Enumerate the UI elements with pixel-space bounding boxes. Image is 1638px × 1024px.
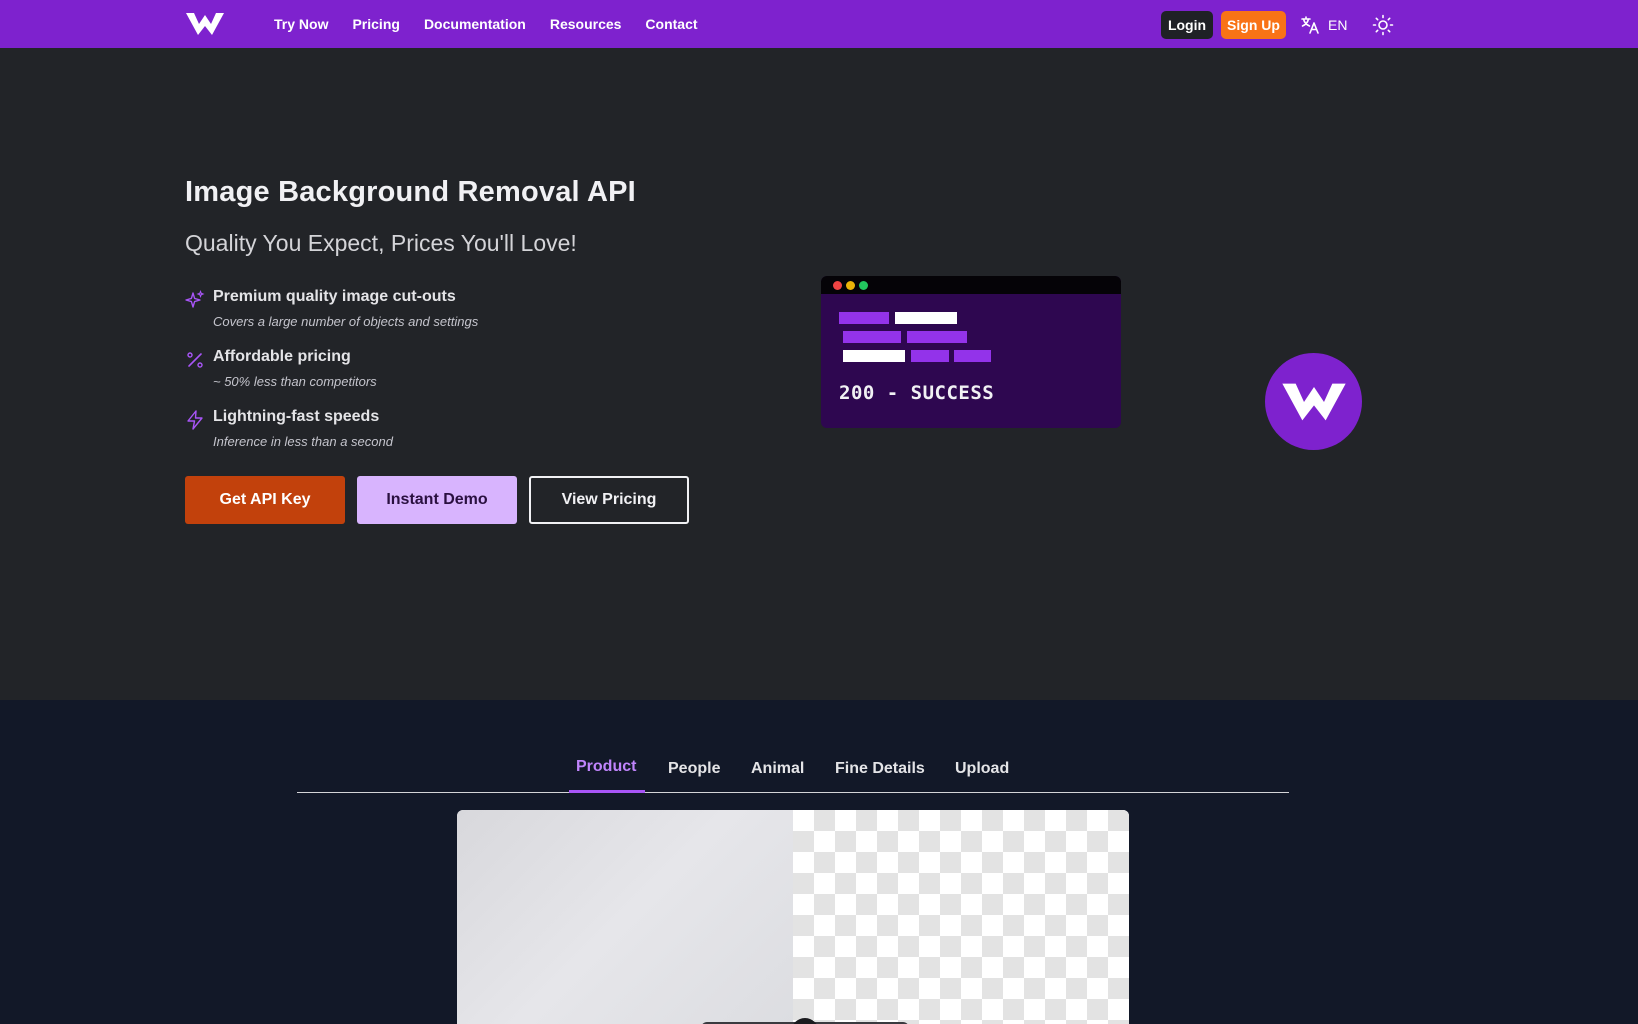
- hero-section: Image Background Removal API Quality You…: [0, 48, 1638, 700]
- before-after-comparison[interactable]: [457, 810, 1129, 1024]
- get-api-key-button[interactable]: Get API Key: [185, 476, 345, 524]
- original-image: [457, 810, 793, 1024]
- nav-link-resources[interactable]: Resources: [550, 16, 622, 32]
- feature-description: ~ 50% less than competitors: [213, 374, 377, 389]
- nav-link-pricing[interactable]: Pricing: [352, 16, 399, 32]
- tab-people[interactable]: People: [668, 760, 720, 778]
- page-title: Image Background Removal API: [185, 176, 636, 208]
- code-block: [907, 331, 967, 343]
- sparkle-icon: [185, 290, 205, 308]
- maximize-dot-icon: [859, 280, 868, 290]
- signup-button[interactable]: Sign Up: [1221, 11, 1286, 39]
- logo-icon: [1281, 383, 1346, 420]
- hero-subtitle: Quality You Expect, Prices You'll Love!: [185, 230, 577, 256]
- active-tab-indicator: [569, 790, 645, 793]
- view-pricing-button[interactable]: View Pricing: [529, 476, 689, 524]
- logo-icon[interactable]: [184, 12, 226, 36]
- code-block: [895, 312, 957, 324]
- code-block: [843, 350, 905, 362]
- tab-animal[interactable]: Animal: [751, 760, 804, 778]
- code-block: [911, 350, 949, 362]
- nav-link-documentation[interactable]: Documentation: [424, 16, 526, 32]
- tab-upload[interactable]: Upload: [955, 760, 1009, 778]
- code-block: [839, 312, 889, 324]
- feature-title: Lightning-fast speeds: [213, 408, 380, 425]
- feature-description: Covers a large number of objects and set…: [213, 314, 479, 329]
- nav-link-try-now[interactable]: Try Now: [274, 16, 328, 32]
- sun-icon[interactable]: [1372, 14, 1394, 36]
- logo-badge: [1265, 353, 1362, 450]
- lightning-icon: [187, 410, 203, 430]
- transparent-result-image: [793, 810, 1129, 1024]
- top-navbar: Try Now Pricing Documentation Resources …: [0, 0, 1638, 48]
- demo-section: Product People Animal Fine Details Uploa…: [0, 700, 1638, 1024]
- close-dot-icon: [833, 280, 842, 290]
- feature-title: Affordable pricing: [213, 348, 351, 365]
- percent-icon: [187, 352, 203, 368]
- terminal-titlebar: [821, 276, 1121, 294]
- camera-product-image: [702, 1018, 908, 1024]
- nav-links: Try Now Pricing Documentation Resources …: [274, 0, 722, 48]
- login-button[interactable]: Login: [1161, 11, 1213, 39]
- terminal-status-text: 200 - SUCCESS: [839, 382, 995, 404]
- feature-description: Inference in less than a second: [213, 434, 393, 449]
- language-label: EN: [1328, 17, 1348, 33]
- tab-fine-details[interactable]: Fine Details: [835, 760, 925, 778]
- language-selector[interactable]: EN: [1300, 14, 1347, 36]
- code-block: [843, 331, 901, 343]
- category-tabs: Product People Animal Fine Details Uploa…: [297, 755, 1289, 793]
- api-terminal-illustration: 200 - SUCCESS: [821, 276, 1121, 428]
- tab-product[interactable]: Product: [576, 758, 636, 776]
- translate-icon: [1301, 16, 1319, 34]
- nav-link-contact[interactable]: Contact: [645, 16, 697, 32]
- minimize-dot-icon: [846, 280, 855, 290]
- instant-demo-button[interactable]: Instant Demo: [357, 476, 517, 524]
- feature-title: Premium quality image cut-outs: [213, 288, 456, 305]
- code-block: [954, 350, 991, 362]
